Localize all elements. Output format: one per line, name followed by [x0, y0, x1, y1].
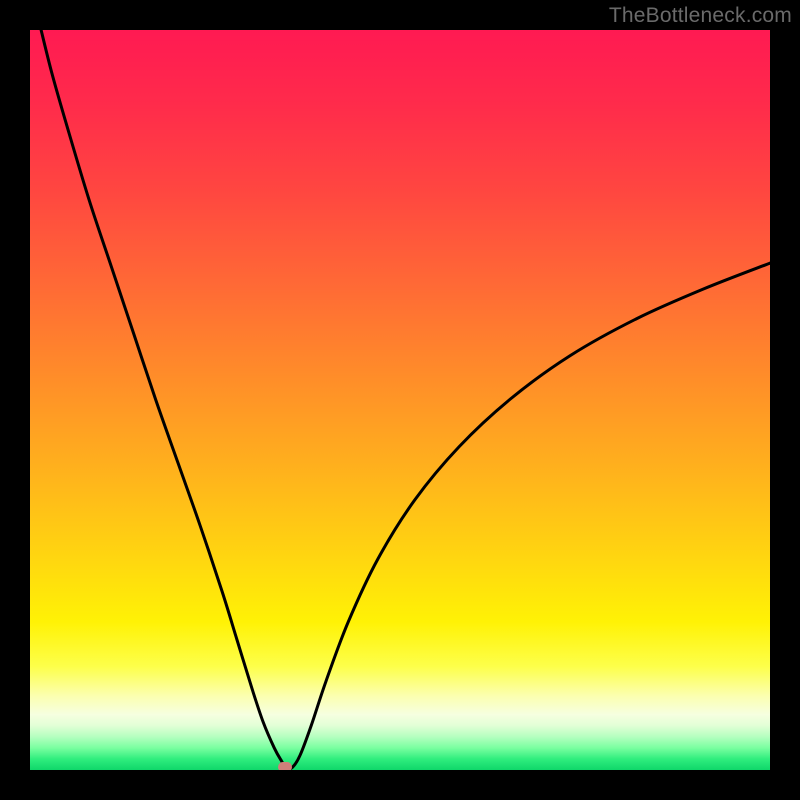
chart-frame: TheBottleneck.com [0, 0, 800, 800]
optimal-point-marker [278, 762, 292, 770]
bottleneck-curve [30, 30, 770, 770]
gradient-background [30, 30, 770, 770]
watermark-text: TheBottleneck.com [609, 4, 792, 28]
plot-area [30, 30, 770, 770]
